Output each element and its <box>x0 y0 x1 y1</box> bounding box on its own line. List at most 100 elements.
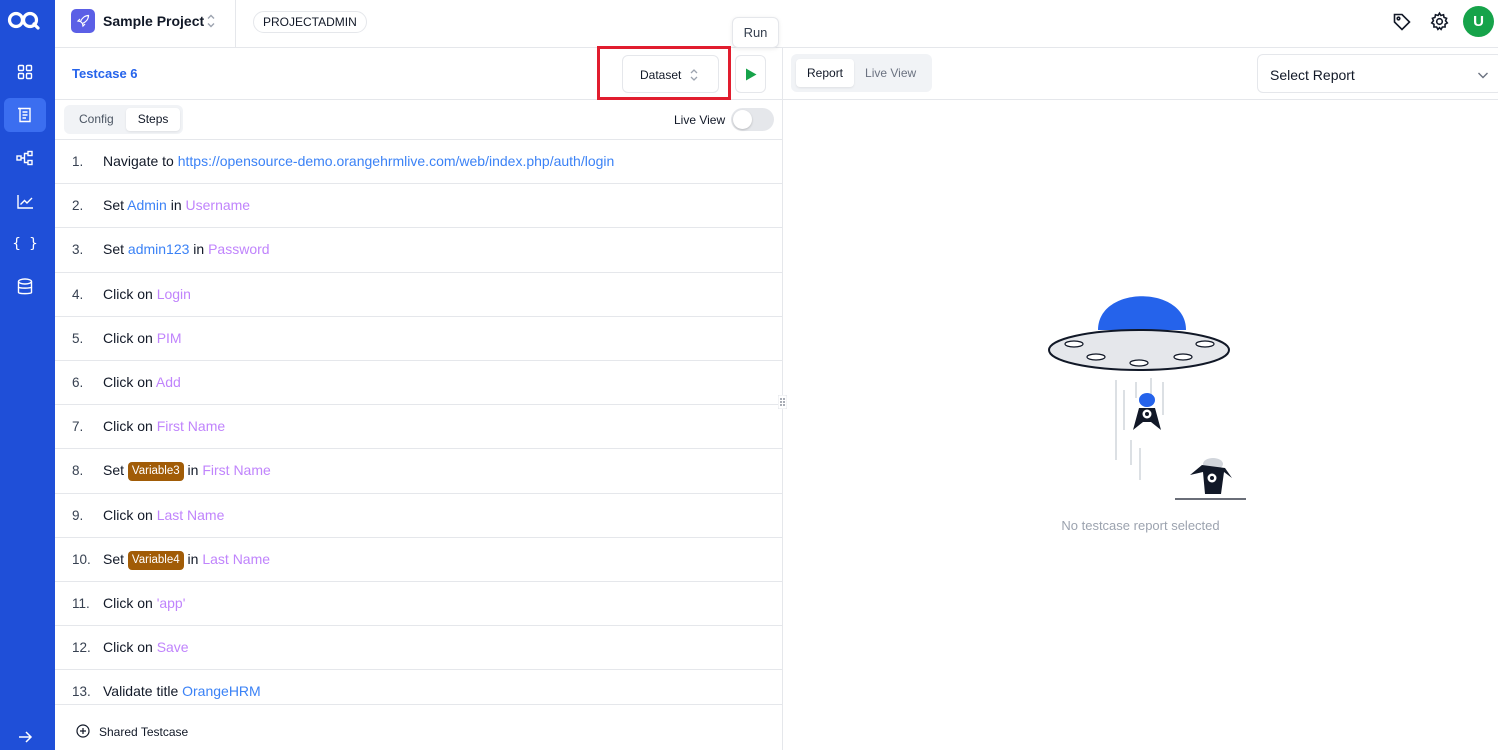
project-name[interactable]: Sample Project <box>103 13 204 29</box>
step-text: Set Admin in Username <box>103 197 250 213</box>
live-view-toggle[interactable] <box>731 108 774 131</box>
step-number: 1. <box>72 154 84 169</box>
step-row[interactable]: 10. Set Variable4 in Last Name <box>55 538 782 582</box>
step-text: Click on PIM <box>103 330 182 346</box>
sidebar: { } <box>0 0 55 750</box>
ufo-empty-illustration <box>1048 296 1246 500</box>
config-steps-tabs: Config Steps <box>64 105 184 134</box>
shared-testcase-footer[interactable]: Shared Testcase <box>55 704 782 750</box>
step-text: Click on Save <box>103 639 189 655</box>
step-action: Click on <box>103 285 157 302</box>
tab-config[interactable]: Config <box>67 108 126 131</box>
step-number: 4. <box>72 286 84 302</box>
step-element: Last Name <box>156 506 225 523</box>
step-row[interactable]: 12. Click on Save <box>55 626 782 671</box>
toggle-knob <box>733 110 752 129</box>
step-element: PIM <box>156 329 182 346</box>
tag-icon[interactable] <box>1392 12 1412 32</box>
tab-live-view[interactable]: Live View <box>854 59 927 87</box>
step-row[interactable]: 4. Click on Login <box>55 273 782 317</box>
step-row[interactable]: 11. Click on 'app' <box>55 582 782 627</box>
step-text: Set admin123 in Password <box>103 241 270 257</box>
step-element: Login <box>156 285 191 302</box>
step-number: 12. <box>72 640 91 656</box>
braces-icon: { } <box>12 236 38 252</box>
step-element: Add <box>155 373 181 390</box>
step-action: Set <box>103 241 128 258</box>
user-avatar[interactable]: U <box>1463 6 1494 37</box>
step-element: Save <box>156 639 189 656</box>
step-number: 13. <box>72 684 91 700</box>
nav-variables[interactable]: { } <box>4 227 46 261</box>
step-row[interactable]: 3. Set admin123 in Password <box>55 228 782 273</box>
step-action: Set <box>103 550 128 567</box>
step-action: in <box>183 462 203 479</box>
rocket-icon <box>76 14 90 28</box>
topbar-divider <box>235 0 236 47</box>
workflow-icon <box>16 150 33 166</box>
nav-testcases[interactable] <box>4 98 46 132</box>
step-row[interactable]: 5. Click on PIM <box>55 317 782 361</box>
step-value: Admin <box>127 197 167 214</box>
step-text: Click on Add <box>103 374 181 390</box>
testcase-list-icon <box>18 107 31 123</box>
step-action: Click on <box>103 329 157 346</box>
play-icon <box>745 68 756 80</box>
step-row[interactable]: 7. Click on First Name <box>55 405 782 450</box>
live-view-label: Live View <box>674 113 726 127</box>
chevron-up-down-icon[interactable] <box>205 12 217 30</box>
report-tabs: Report Live View <box>791 54 933 92</box>
report-select-placeholder: Select Report <box>1270 67 1355 83</box>
steps-subheader: Config Steps Live View <box>55 100 782 140</box>
step-action: in <box>183 550 203 567</box>
step-row[interactable]: 9. Click on Last Name <box>55 494 782 538</box>
gear-icon[interactable] <box>1429 11 1450 32</box>
step-action: Click on <box>103 373 156 390</box>
step-number: 7. <box>72 419 84 435</box>
nav-analytics[interactable] <box>4 184 46 218</box>
app-logo[interactable] <box>7 9 41 31</box>
nav-workflow[interactable] <box>4 141 46 175</box>
step-action: Navigate to <box>103 153 178 169</box>
step-element: First Name <box>156 418 226 435</box>
steps-list: 1. Navigate to https://opensource-demo.or… <box>55 140 782 704</box>
step-text: Click on Last Name <box>103 507 224 523</box>
testcase-header: Testcase 6 Dataset <box>55 46 782 100</box>
nav-dashboard[interactable] <box>4 55 46 89</box>
tab-report[interactable]: Report <box>796 59 855 87</box>
step-text: Click on First Name <box>103 418 225 434</box>
step-number: 6. <box>72 374 84 390</box>
variable-badge[interactable]: Variable3 <box>127 462 184 482</box>
report-select[interactable]: Select Report <box>1257 54 1498 93</box>
run-button[interactable] <box>735 55 766 93</box>
step-row[interactable]: 6. Click on Add <box>55 361 782 406</box>
step-action: Click on <box>103 594 157 611</box>
plus-circle-icon <box>76 724 90 738</box>
nav-database[interactable] <box>4 270 46 304</box>
step-action: Validate title <box>103 683 183 700</box>
step-value: admin123 <box>127 241 190 258</box>
shared-testcase-label: Shared Testcase <box>99 725 189 739</box>
step-row[interactable]: 1. Navigate to https://opensource-demo.or… <box>55 140 782 185</box>
project-icon[interactable] <box>71 9 95 33</box>
variable-badge[interactable]: Variable4 <box>127 550 184 570</box>
step-text: Click on 'app' <box>103 595 185 611</box>
step-text: Click on Login <box>103 286 191 302</box>
testcase-title[interactable]: Testcase 6 <box>72 66 138 81</box>
step-value: OrangeHRM <box>182 683 261 700</box>
step-action: Set <box>103 462 128 479</box>
step-row[interactable]: 2. Set Admin in Username <box>55 184 782 229</box>
step-row[interactable]: 13. Validate title OrangeHRM <box>55 670 782 704</box>
tab-steps[interactable]: Steps <box>125 108 181 131</box>
step-action: Set <box>103 197 128 214</box>
step-row[interactable]: 8. Set Variable3 in First Name <box>55 449 782 494</box>
step-element: First Name <box>202 462 271 479</box>
arrow-right-icon[interactable] <box>16 728 34 746</box>
step-number: 5. <box>72 330 84 346</box>
chevron-down-icon <box>1478 72 1488 79</box>
analytics-chart-icon <box>16 194 33 209</box>
drag-handle-icon[interactable] <box>778 395 787 409</box>
empty-state-text: No testcase report selected <box>1061 518 1220 533</box>
step-element: Last Name <box>202 550 271 567</box>
report-header: Report Live View Select Report <box>783 48 1498 100</box>
